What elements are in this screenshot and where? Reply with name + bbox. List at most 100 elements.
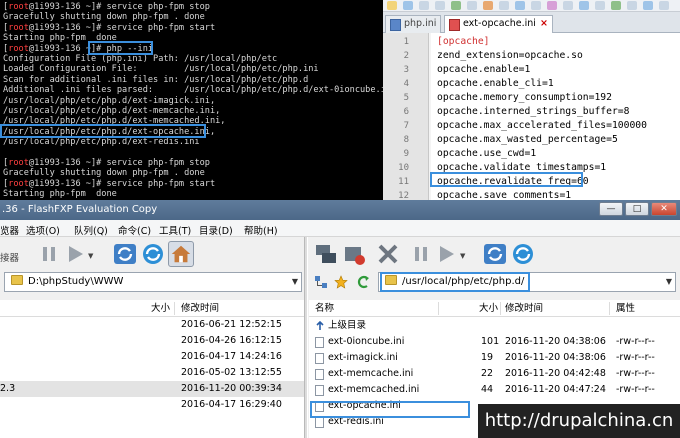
- remote-file-row[interactable]: ext-0ioncube.ini 101 2016-11-20 04:38:06 -r…: [309, 334, 680, 350]
- menu-directory[interactable]: 目录(D): [199, 223, 233, 237]
- editor-tool-icon[interactable]: [531, 1, 541, 10]
- local-file-row[interactable]: 2016-05-02 13:12:55: [0, 365, 304, 381]
- column-divider[interactable]: [438, 302, 439, 315]
- refresh-icon[interactable]: [510, 241, 536, 267]
- local-file-row[interactable]: 2016-06-21 12:52:15: [0, 317, 304, 333]
- column-header-size[interactable]: 大小: [151, 300, 170, 317]
- file-icon: [315, 385, 324, 396]
- editor-tool-icon[interactable]: [595, 1, 605, 10]
- ini-setting-line[interactable]: opcache.memory_consumption=192: [431, 91, 680, 105]
- ini-section-header[interactable]: [opcache]: [431, 35, 680, 49]
- terminal-window[interactable]: [root@1i993-136 ~]# service php-fpm stop…: [0, 0, 383, 212]
- file-modified: 2016-04-17 14:24:16: [181, 351, 282, 362]
- home-icon[interactable]: [168, 241, 194, 267]
- close-icon[interactable]: ×: [540, 18, 548, 29]
- command-text: service php-fpm start: [101, 178, 216, 189]
- prompt-user: root: [8, 178, 29, 189]
- local-file-list[interactable]: 2016-06-21 12:52:15 2016-04-26 16:12:15 20…: [0, 317, 304, 438]
- column-divider[interactable]: [174, 302, 175, 315]
- menu-tools[interactable]: 工具(T): [159, 223, 191, 237]
- window-title-bar[interactable]: .36 - FlashFXP Evaluation Copy: [0, 200, 680, 220]
- editor-tool-icon[interactable]: [403, 1, 413, 10]
- editor-tool-icon[interactable]: [563, 1, 573, 10]
- ini-setting-line[interactable]: opcache.interned_strings_buffer=8: [431, 105, 680, 119]
- refresh-icon[interactable]: [140, 241, 166, 267]
- menu-queue[interactable]: 队列(Q): [74, 223, 108, 237]
- play-icon[interactable]: [62, 241, 88, 267]
- remote-file-row[interactable]: ext-memcache.ini 22 2016-11-20 04:42:48 -rw…: [309, 366, 680, 382]
- column-header-modified[interactable]: 修改时间: [181, 300, 219, 317]
- minimize-button[interactable]: —: [599, 202, 623, 216]
- disconnect-icon[interactable]: [342, 241, 368, 267]
- dropdown-arrow-icon[interactable]: ▼: [88, 252, 93, 260]
- editor-tool-icon[interactable]: [579, 1, 589, 10]
- ini-setting-line[interactable]: opcache.max_accelerated_files=100000: [431, 119, 680, 133]
- tab-php-ini[interactable]: php.ini: [385, 15, 442, 33]
- editor-tool-icon[interactable]: [659, 1, 669, 10]
- column-header-size[interactable]: 大小: [479, 300, 498, 317]
- local-file-row[interactable]: 2016-04-26 16:12:15: [0, 333, 304, 349]
- terminal-line: [root@1i993-136 ~]# service php-fpm stop: [3, 2, 383, 12]
- editor-tool-icon[interactable]: [627, 1, 637, 10]
- editor-tool-icon[interactable]: [499, 1, 509, 10]
- local-path-field[interactable]: D:\phpStudy\WWW ▼: [4, 272, 302, 292]
- php-sync-icon[interactable]: [482, 241, 508, 267]
- favorites-star-icon[interactable]: [334, 275, 348, 289]
- local-file-row[interactable]: 2016-04-17 16:29:40: [0, 397, 304, 413]
- column-divider[interactable]: [609, 302, 610, 315]
- editor-tool-icon[interactable]: [435, 1, 445, 10]
- file-attributes: -rw-r--r--: [616, 368, 655, 379]
- chevron-down-icon[interactable]: ▼: [666, 273, 672, 291]
- file-modified: 2016-04-26 16:12:15: [181, 335, 282, 346]
- local-file-row[interactable]: 2016-04-17 14:24:16: [0, 349, 304, 365]
- editor-tool-icon[interactable]: [547, 1, 557, 10]
- back-arrow-icon[interactable]: [356, 275, 370, 289]
- column-header-modified[interactable]: 修改时间: [505, 300, 543, 317]
- network-icon[interactable]: [313, 241, 339, 267]
- ini-setting-line[interactable]: zend_extension=opcache.so: [431, 49, 680, 63]
- local-file-row[interactable]: 2.3 2016-11-20 00:39:34: [0, 381, 304, 397]
- file-name: ext-imagick.ini: [328, 352, 398, 363]
- connect-label[interactable]: 接器: [0, 250, 19, 264]
- editor-tool-icon[interactable]: [515, 1, 525, 10]
- folder-icon: [11, 275, 23, 285]
- parent-directory-row[interactable]: 上级目录: [309, 318, 680, 334]
- menu-options[interactable]: 选项(O): [26, 223, 60, 237]
- watermark: http://drupalchina.cn: [478, 404, 680, 438]
- ini-setting-line[interactable]: opcache.enable=1: [431, 63, 680, 77]
- close-button[interactable]: ✕: [651, 202, 677, 216]
- editor-tool-icon[interactable]: [643, 1, 653, 10]
- dropdown-arrow-icon[interactable]: ▼: [460, 252, 465, 260]
- maximize-button[interactable]: □: [625, 202, 649, 216]
- play-icon[interactable]: [433, 241, 459, 267]
- pane-splitter[interactable]: [304, 237, 308, 438]
- column-divider[interactable]: [500, 302, 501, 315]
- remote-file-row[interactable]: ext-imagick.ini 19 2016-11-20 04:38:06 -rw-…: [309, 350, 680, 366]
- editor-tool-icon[interactable]: [419, 1, 429, 10]
- editor-tool-icon[interactable]: [467, 1, 477, 10]
- editor-tool-icon[interactable]: [387, 1, 397, 10]
- pause-icon[interactable]: [408, 241, 434, 267]
- abort-icon[interactable]: [375, 241, 401, 267]
- file-size: 19: [481, 352, 494, 363]
- menu-help[interactable]: 帮助(H): [244, 223, 278, 237]
- menu-browser[interactable]: 览器: [0, 223, 19, 237]
- editor-tool-icon[interactable]: [483, 1, 493, 10]
- editor-tool-icon[interactable]: [451, 1, 461, 10]
- tab-ext-opcache-ini[interactable]: ext-opcache.ini ×: [444, 15, 553, 34]
- pause-icon[interactable]: [36, 241, 62, 267]
- ini-setting-line[interactable]: opcache.max_wasted_percentage=5: [431, 133, 680, 147]
- php-sync-icon[interactable]: [112, 241, 138, 267]
- line-number: 8: [403, 135, 409, 145]
- menu-commands[interactable]: 命令(C): [118, 223, 151, 237]
- editor-tool-icon[interactable]: [611, 1, 621, 10]
- chevron-down-icon[interactable]: ▼: [292, 273, 298, 291]
- command-text: service php-fpm stop: [101, 157, 210, 168]
- column-header-attributes[interactable]: 属性: [616, 300, 635, 317]
- terminal-line: Starting php-fpm done: [3, 189, 117, 200]
- remote-file-row[interactable]: ext-memcached.ini 44 2016-11-20 04:47:24 -r…: [309, 382, 680, 398]
- ini-setting-line[interactable]: opcache.use_cwd=1: [431, 147, 680, 161]
- site-map-icon[interactable]: [314, 275, 328, 289]
- ini-setting-line[interactable]: opcache.enable_cli=1: [431, 77, 680, 91]
- column-header-name[interactable]: 名称: [315, 300, 334, 317]
